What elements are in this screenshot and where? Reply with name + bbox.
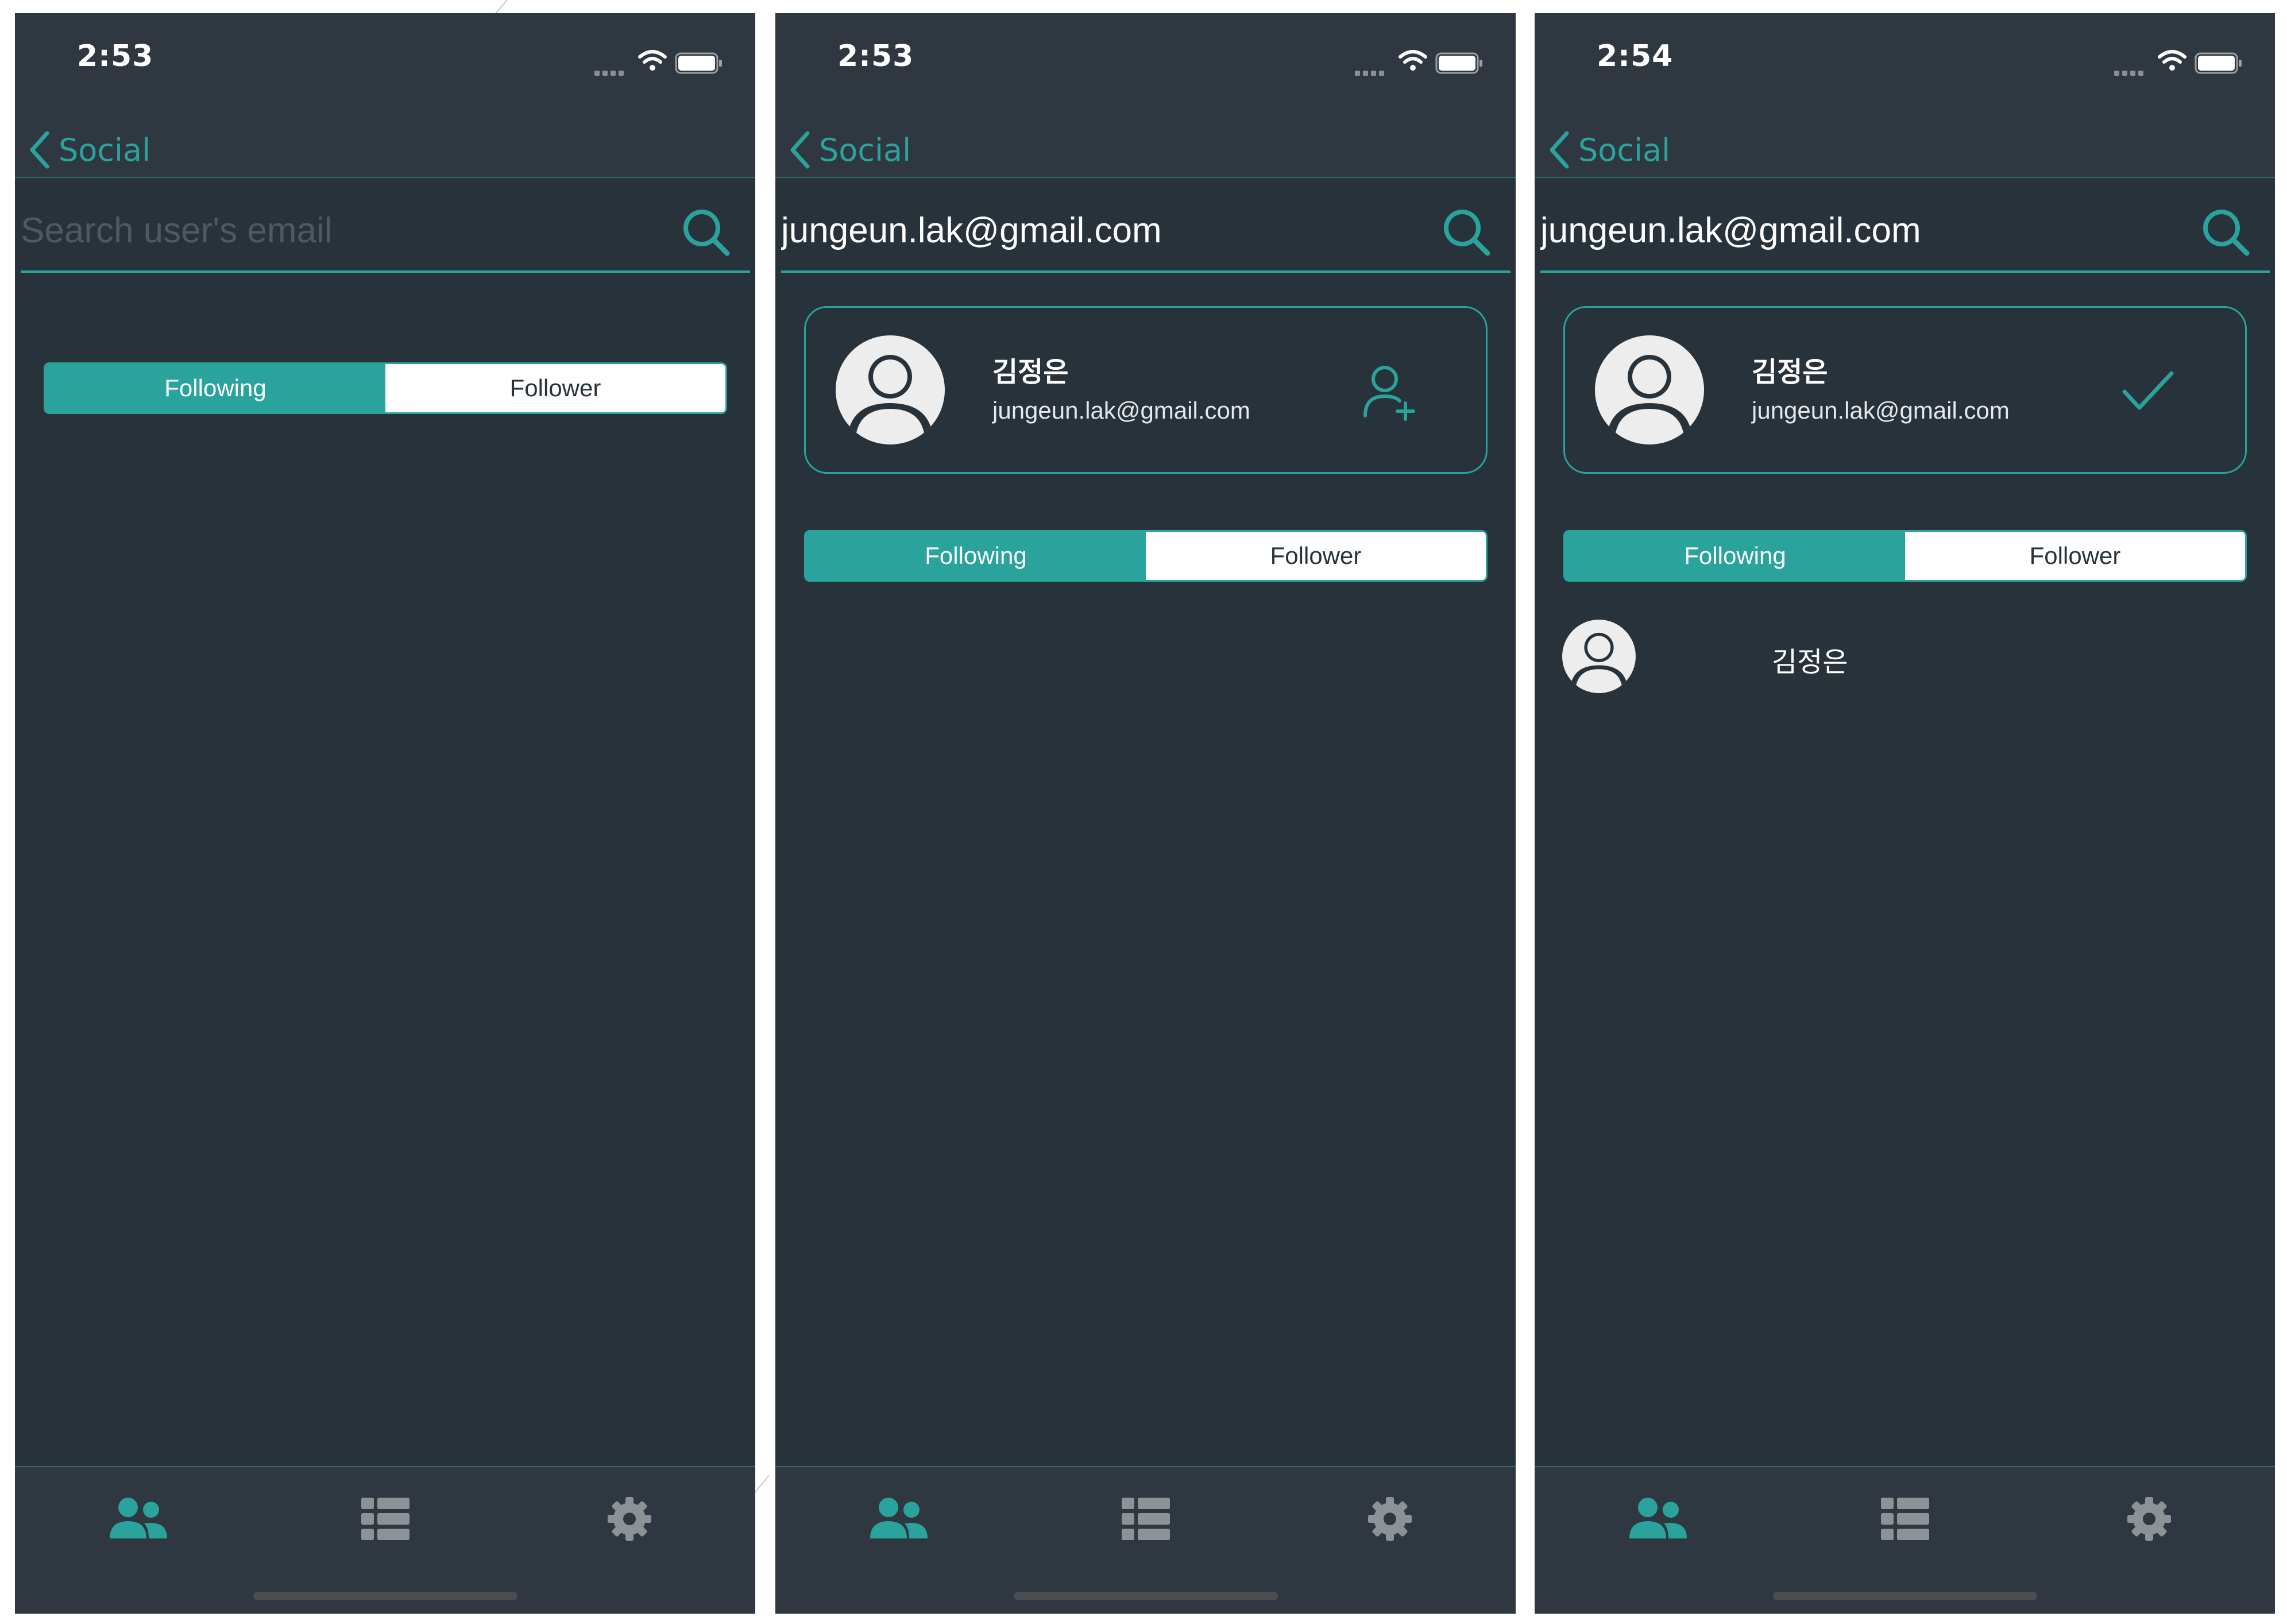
wifi-icon bbox=[2158, 50, 2186, 71]
people-icon bbox=[1629, 1498, 1687, 1538]
tab-list[interactable] bbox=[354, 1490, 417, 1548]
tab-following[interactable]: Following bbox=[806, 532, 1146, 580]
tab-following[interactable]: Following bbox=[1565, 532, 1905, 580]
list-icon bbox=[361, 1498, 410, 1540]
tab-list[interactable] bbox=[1114, 1490, 1177, 1548]
status-time: 2:53 bbox=[837, 39, 914, 74]
status-time: 2:53 bbox=[77, 39, 154, 74]
home-indicator bbox=[1773, 1592, 2037, 1600]
search-bar bbox=[781, 184, 1510, 273]
following-follower-toggle: Following Follower bbox=[804, 530, 1488, 582]
back-label: Social bbox=[1578, 132, 1671, 168]
search-bar bbox=[21, 184, 750, 273]
tab-follower[interactable]: Follower bbox=[1146, 532, 1486, 580]
result-name: 김정은 bbox=[992, 356, 1069, 388]
status-icons bbox=[594, 48, 727, 76]
navigation-header: 2:53 Social bbox=[15, 13, 755, 178]
home-indicator bbox=[1014, 1592, 1278, 1600]
tab-follower[interactable]: Follower bbox=[385, 364, 725, 412]
battery-icon bbox=[1435, 52, 1482, 74]
back-button[interactable]: Social bbox=[788, 127, 911, 173]
tab-list[interactable] bbox=[1873, 1490, 1937, 1548]
tab-settings[interactable] bbox=[2118, 1490, 2181, 1548]
bottom-tab-bar bbox=[775, 1466, 1516, 1614]
search-bar bbox=[1540, 184, 2270, 273]
search-result-card[interactable]: 김정은 jungeun.lak@gmail.com bbox=[804, 306, 1488, 474]
status-time: 2:54 bbox=[1597, 39, 1674, 74]
back-label: Social bbox=[819, 132, 911, 168]
search-icon[interactable] bbox=[2200, 206, 2251, 258]
tab-social[interactable] bbox=[867, 1490, 930, 1548]
back-button[interactable]: Social bbox=[28, 127, 150, 173]
decorative-line bbox=[754, 1475, 770, 1494]
search-input[interactable] bbox=[1540, 207, 2161, 253]
avatar-icon bbox=[836, 335, 945, 444]
battery-icon bbox=[2195, 52, 2242, 74]
screenshot-canvas: 2:53 Social Search user's email Followin… bbox=[0, 0, 2287, 1624]
navigation-header: 2:53 Social bbox=[775, 13, 1516, 178]
following-follower-toggle: Following Follower bbox=[1563, 530, 2247, 582]
tab-settings[interactable] bbox=[1358, 1490, 1421, 1548]
following-list-item[interactable]: 김정은 bbox=[1562, 620, 2246, 694]
bottom-tab-bar bbox=[15, 1466, 755, 1614]
people-icon bbox=[870, 1498, 928, 1538]
back-button[interactable]: Social bbox=[1547, 127, 1670, 173]
back-label: Social bbox=[59, 132, 151, 168]
gear-icon bbox=[608, 1497, 651, 1541]
avatar-icon bbox=[1562, 620, 1636, 693]
result-email: jungeun.lak@gmail.com bbox=[992, 397, 1250, 424]
home-indicator bbox=[253, 1592, 517, 1600]
tab-settings[interactable] bbox=[598, 1490, 661, 1548]
status-icons bbox=[2114, 48, 2246, 76]
bottom-tab-bar bbox=[1535, 1466, 2275, 1614]
result-email: jungeun.lak@gmail.com bbox=[1752, 397, 2010, 424]
search-input[interactable] bbox=[21, 207, 641, 253]
tab-social[interactable] bbox=[1627, 1490, 1690, 1548]
wifi-icon bbox=[1399, 50, 1427, 71]
chevron-left-icon bbox=[30, 131, 49, 169]
navigation-header: 2:54 Social bbox=[1535, 13, 2275, 178]
list-icon bbox=[1122, 1498, 1170, 1540]
search-input[interactable] bbox=[781, 207, 1401, 253]
result-name: 김정은 bbox=[1752, 356, 1828, 388]
cellular-signal-icon bbox=[1355, 71, 1384, 76]
following-name: 김정은 bbox=[1772, 646, 1848, 678]
cellular-signal-icon bbox=[594, 71, 624, 76]
people-icon bbox=[110, 1498, 167, 1538]
status-icons bbox=[1355, 48, 1487, 76]
gear-icon bbox=[2127, 1497, 2171, 1541]
following-follower-toggle: Following Follower bbox=[44, 362, 727, 414]
cellular-signal-icon bbox=[2114, 71, 2143, 76]
chevron-left-icon bbox=[790, 131, 810, 169]
tab-follower[interactable]: Follower bbox=[1905, 532, 2245, 580]
search-result-card[interactable]: 김정은 jungeun.lak@gmail.com bbox=[1563, 306, 2247, 474]
wifi-icon bbox=[638, 50, 667, 71]
add-user-icon[interactable] bbox=[1357, 359, 1420, 423]
phone-screen-3: 2:54 Social jungeun.lak@gmail.com 김정은 ju… bbox=[1535, 13, 2275, 1614]
phone-screen-2: 2:53 Social jungeun.lak@gmail.com 김정은 ju… bbox=[775, 13, 1516, 1614]
phone-screen-1: 2:53 Social Search user's email Followin… bbox=[15, 13, 755, 1614]
checkmark-icon[interactable] bbox=[2116, 359, 2180, 423]
tab-following[interactable]: Following bbox=[45, 364, 385, 412]
avatar-icon bbox=[1595, 335, 1704, 444]
search-icon[interactable] bbox=[680, 206, 732, 258]
search-icon[interactable] bbox=[1440, 206, 1492, 258]
gear-icon bbox=[1368, 1497, 1412, 1541]
tab-social[interactable] bbox=[107, 1490, 170, 1548]
chevron-left-icon bbox=[1550, 131, 1569, 169]
list-icon bbox=[1881, 1498, 1929, 1540]
battery-icon bbox=[675, 52, 722, 74]
